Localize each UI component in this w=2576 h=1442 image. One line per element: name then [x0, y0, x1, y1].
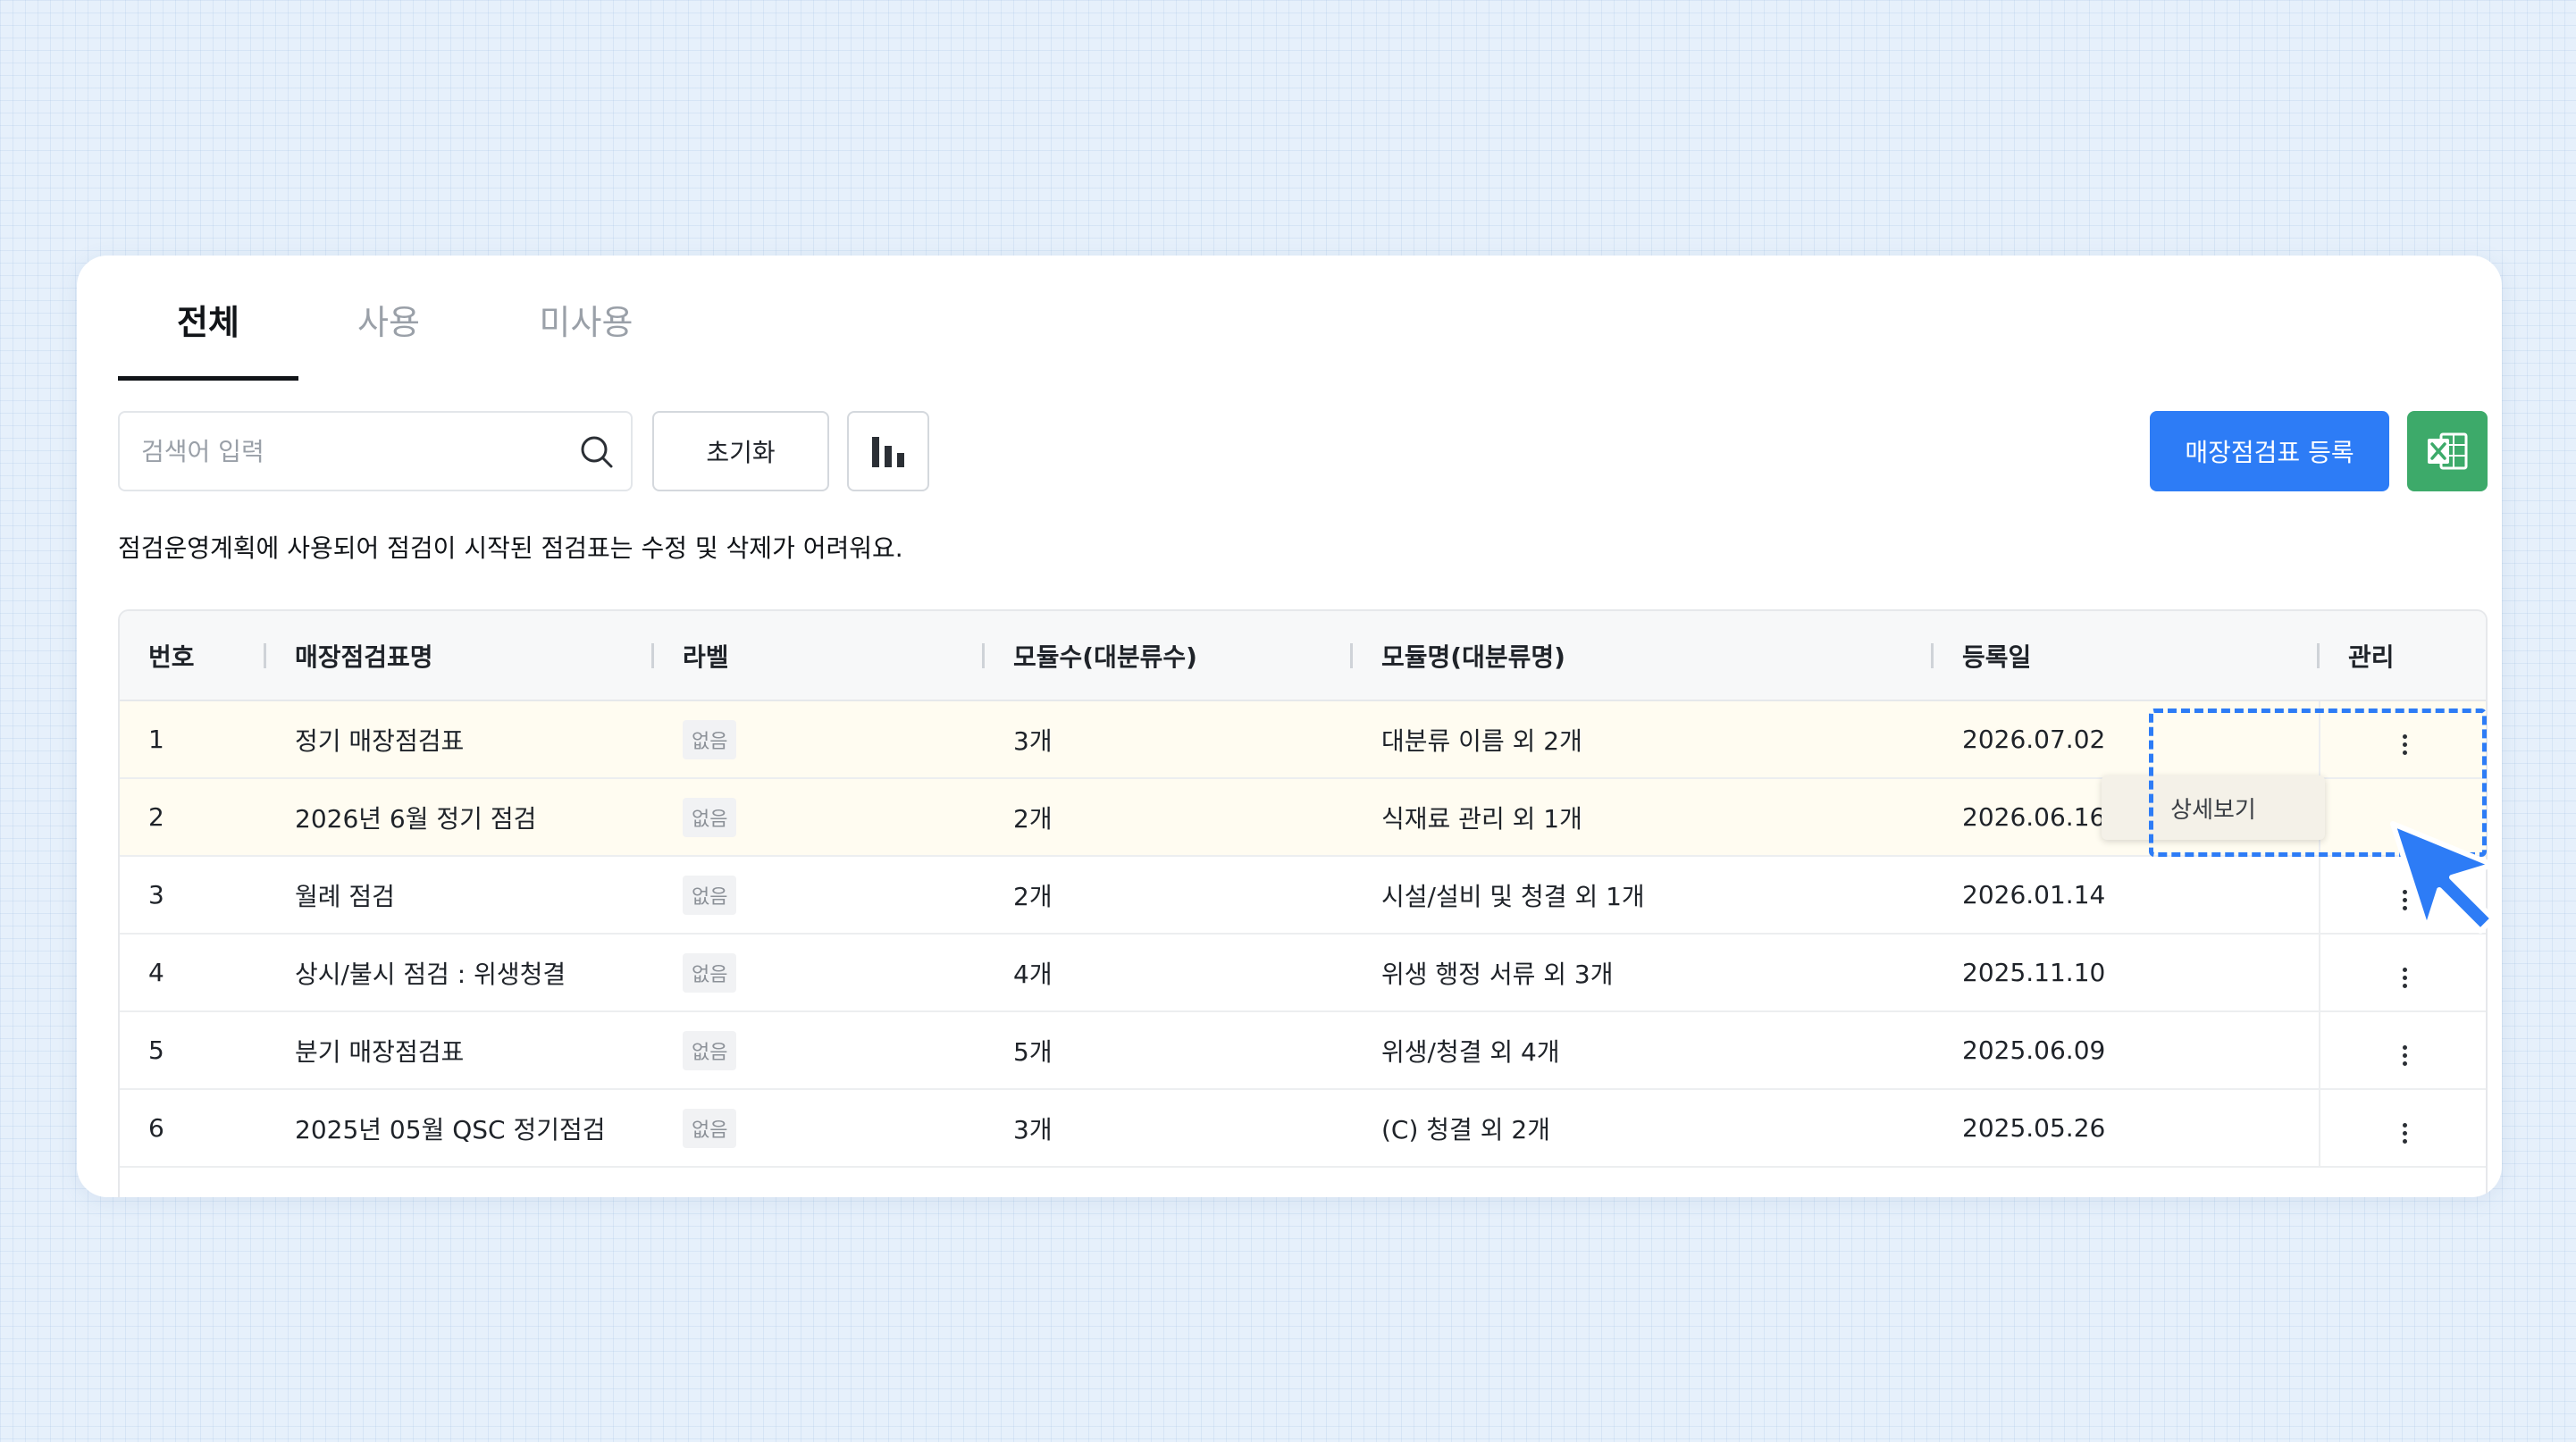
cell-number: 4 — [120, 934, 266, 1012]
more-options-icon[interactable] — [2392, 727, 2419, 763]
more-options-icon[interactable] — [2392, 960, 2419, 996]
checklist-table: 번호 매장점검표명 라벨 모듈수(대분류수) 모듈명(대분류명) 등록일 관리 … — [118, 609, 2488, 1197]
column-header-manage: 관리 — [2320, 611, 2486, 701]
cell-module-names: 대분류 이름 외 2개 — [1353, 700, 1934, 779]
column-header-module-count: 모듈수(대분류수) — [985, 611, 1353, 701]
cell-module-names: 식재료 관리 외 1개 — [1353, 778, 1934, 857]
cell-module-count: 2개 — [985, 856, 1353, 935]
column-header-number: 번호 — [120, 611, 266, 701]
cell-module-names: 위생 행정 서류 외 3개 — [1353, 934, 1934, 1012]
cell-number: 2 — [120, 778, 266, 857]
excel-download-button[interactable] — [2407, 411, 2488, 491]
excel-icon — [2428, 432, 2468, 470]
label-badge: 없음 — [683, 875, 737, 915]
label-badge: 없음 — [683, 952, 737, 993]
tab-in-use[interactable]: 사용 — [298, 295, 479, 381]
cell-module-names: 시설/설비 및 청결 외 1개 — [1353, 856, 1934, 935]
search-input[interactable] — [139, 435, 563, 467]
cell-name: 2026년 6월 정기 점검 — [266, 778, 654, 857]
cell-name: 상시/불시 점검 : 위생청결 — [266, 934, 654, 1012]
cell-module-count: 4개 — [985, 934, 1353, 1012]
register-checklist-button[interactable]: 매장점검표 등록 — [2150, 411, 2389, 491]
chart-button[interactable] — [847, 411, 929, 491]
label-badge: 없음 — [683, 1030, 737, 1070]
tab-unused[interactable]: 미사용 — [479, 295, 693, 381]
table-row[interactable]: 6 2025년 05월 QSC 정기점검 없음 3개 (C) 청결 외 2개 2… — [120, 1089, 2486, 1168]
reset-button[interactable]: 초기화 — [652, 411, 829, 491]
more-options-icon[interactable] — [2392, 883, 2419, 918]
table-row[interactable]: 1 정기 매장점검표 없음 3개 대분류 이름 외 2개 2026.07.02 — [120, 700, 2486, 779]
cell-module-count: 5개 — [985, 1011, 1353, 1090]
tab-bar: 전체 사용 미사용 — [118, 295, 693, 381]
table-header-row: 번호 매장점검표명 라벨 모듈수(대분류수) 모듈명(대분류명) 등록일 관리 — [120, 611, 2486, 701]
column-header-name: 매장점검표명 — [266, 611, 654, 701]
search-icon[interactable] — [577, 432, 617, 472]
cell-name: 정기 매장점검표 — [266, 700, 654, 779]
cell-name: 월례 점검 — [266, 856, 654, 935]
cell-number: 3 — [120, 856, 266, 935]
label-badge: 없음 — [683, 1108, 737, 1148]
main-card: 전체 사용 미사용 초기화 매장점검표 등록 — [77, 256, 2502, 1197]
table-row[interactable]: 4 상시/불시 점검 : 위생청결 없음 4개 위생 행정 서류 외 3개 20… — [120, 934, 2486, 1012]
cell-module-count: 3개 — [985, 1089, 1353, 1168]
cell-date: 2026.01.14 — [1934, 856, 2320, 935]
table-row[interactable]: 3 월례 점검 없음 2개 시설/설비 및 청결 외 1개 2026.01.14 — [120, 856, 2486, 935]
column-header-date: 등록일 — [1934, 611, 2320, 701]
notice-text: 점검운영계획에 사용되어 점검이 시작된 점검표는 수정 및 삭제가 어려워요. — [118, 533, 903, 563]
more-options-icon[interactable] — [2392, 1038, 2419, 1074]
cell-number: 1 — [120, 700, 266, 779]
cell-module-names: 위생/청결 외 4개 — [1353, 1011, 1934, 1090]
tab-in-use-label: 사용 — [357, 303, 420, 342]
more-options-icon[interactable] — [2392, 1116, 2419, 1152]
cell-name: 2025년 05월 QSC 정기점검 — [266, 1089, 654, 1168]
cell-number: 5 — [120, 1011, 266, 1090]
view-details-menu-item[interactable]: 상세보기 — [2102, 775, 2325, 840]
column-header-module-names: 모듈명(대분류명) — [1353, 611, 1934, 701]
cell-date: 2025.11.10 — [1934, 934, 2320, 1012]
tab-all-label: 전체 — [177, 303, 239, 342]
cell-module-count: 3개 — [985, 700, 1353, 779]
cell-number: 6 — [120, 1089, 266, 1168]
label-badge: 없음 — [683, 719, 737, 759]
cell-date: 2026.07.02 — [1934, 700, 2320, 779]
column-header-label: 라벨 — [654, 611, 985, 701]
cell-name: 분기 매장점검표 — [266, 1011, 654, 1090]
cell-module-count: 2개 — [985, 778, 1353, 857]
table-row[interactable]: 5 분기 매장점검표 없음 5개 위생/청결 외 4개 2025.06.09 — [120, 1011, 2486, 1090]
bar-chart-icon — [872, 437, 904, 467]
cell-date: 2025.05.26 — [1934, 1089, 2320, 1168]
cell-module-names: (C) 청결 외 2개 — [1353, 1089, 1934, 1168]
cell-date: 2025.06.09 — [1934, 1011, 2320, 1090]
tab-all[interactable]: 전체 — [118, 295, 298, 381]
tab-unused-label: 미사용 — [539, 303, 634, 342]
label-badge: 없음 — [683, 797, 737, 837]
search-box — [118, 411, 633, 491]
